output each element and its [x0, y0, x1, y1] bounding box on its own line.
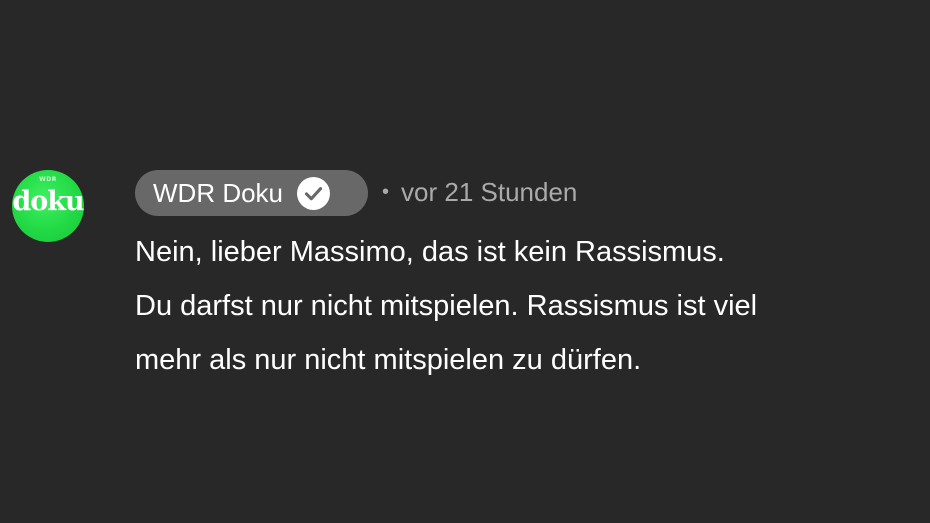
author-chip[interactable]: WDR Doku: [135, 170, 368, 216]
author-name: WDR Doku: [153, 177, 284, 208]
comment-line: mehr als nur nicht mitspielen zu dürfen.: [135, 344, 642, 376]
comment-text: Nein, lieber Massimo, das ist kein Rassi…: [135, 225, 925, 387]
meta-separator: •: [382, 180, 390, 203]
comment-meta: • vor 21 Stunden: [382, 175, 577, 209]
comment: WDR doku WDR Doku • vor 21 Stunden Nein,…: [0, 0, 930, 523]
avatar-tiny-text: WDR: [39, 176, 57, 183]
verified-check-icon: [297, 176, 331, 210]
channel-avatar[interactable]: WDR doku: [12, 170, 84, 242]
timestamp[interactable]: vor 21 Stunden: [401, 177, 577, 208]
comment-line: Du darfst nur nicht mitspielen. Rassismu…: [135, 290, 758, 322]
avatar-logo-text: doku: [12, 186, 84, 217]
comment-line: Nein, lieber Massimo, das ist kein Rassi…: [135, 236, 725, 268]
